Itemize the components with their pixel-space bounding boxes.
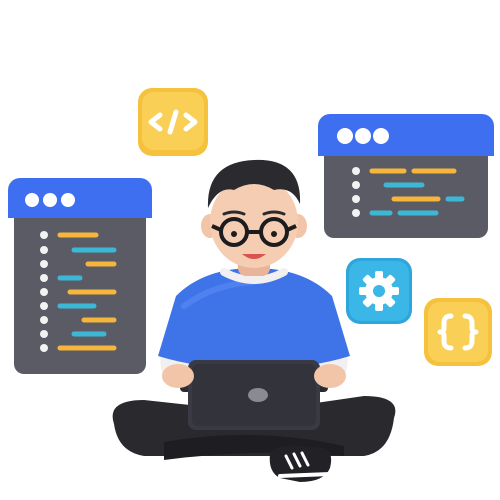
person-illustration: [112, 159, 396, 482]
curly-braces-badge: [424, 298, 492, 366]
html-tag-icon: [138, 88, 208, 156]
illustration-scene: [0, 0, 500, 500]
apple-logo-icon: [248, 388, 268, 402]
laptop-logo: [246, 386, 270, 404]
html-tag-badge: [138, 88, 208, 156]
curly-braces-icon: [424, 298, 492, 366]
developer-character: [104, 156, 404, 496]
